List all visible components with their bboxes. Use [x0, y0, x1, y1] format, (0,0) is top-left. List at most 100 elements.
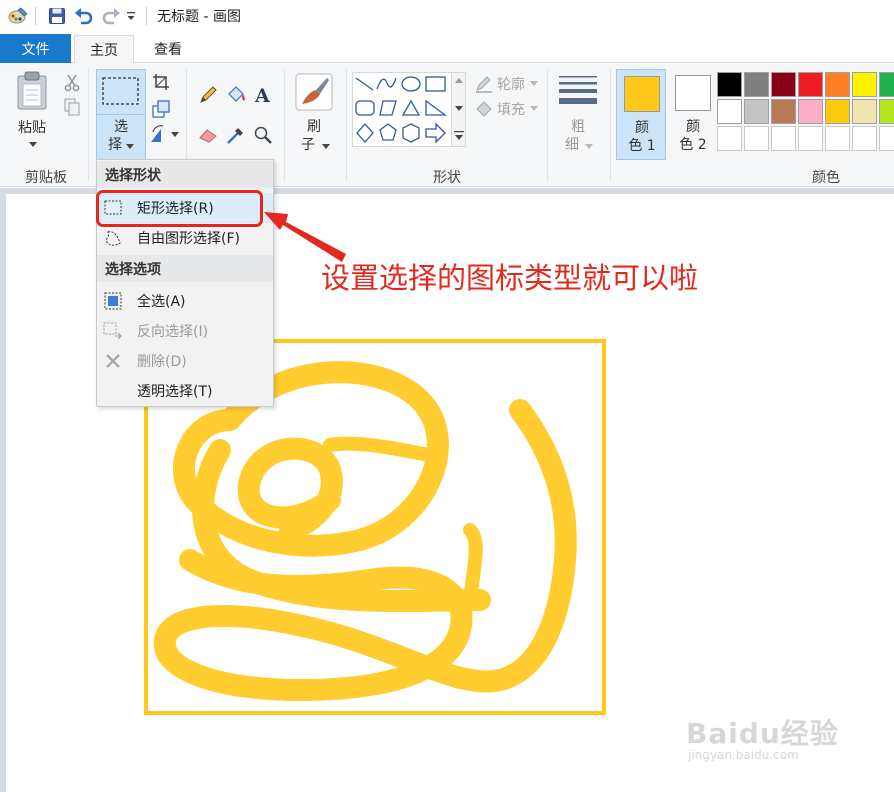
menu-item-free-select[interactable]: 自由图形选择(F) — [97, 223, 273, 253]
size-icon[interactable] — [556, 73, 600, 107]
palette-swatch[interactable] — [825, 72, 850, 97]
annotation-text: 设置选择的图标类型就可以啦 — [321, 261, 699, 295]
shapes-scroll[interactable] — [452, 72, 466, 147]
color1-label-1: 颜 — [635, 120, 649, 136]
ribbon-tabs: 文件 主页 查看 — [0, 32, 894, 64]
color-palette — [716, 71, 894, 152]
select-dropdown-icon[interactable] — [124, 141, 136, 153]
color1-swatch — [624, 76, 660, 112]
outline-label: 轮廓 — [497, 77, 525, 93]
delete-icon — [103, 351, 123, 371]
size-dropdown-icon[interactable] — [583, 141, 595, 153]
palette-swatch[interactable] — [744, 126, 769, 151]
fill-dropdown-icon — [530, 106, 538, 111]
menu-header-select-shapes: 选择形状 — [97, 161, 273, 188]
group-separator — [346, 69, 347, 181]
palette-swatch[interactable] — [852, 72, 877, 97]
outline-option: 轮廓 — [474, 74, 539, 94]
text-tool-icon[interactable]: A — [251, 83, 275, 107]
color-picker-icon[interactable] — [224, 123, 248, 147]
palette-swatch[interactable] — [852, 99, 877, 124]
palette-swatch[interactable] — [852, 126, 877, 151]
select-label-1[interactable]: 选 — [96, 117, 146, 137]
colors-group-label: 颜色 — [812, 170, 840, 186]
menu-item-invert-select[interactable]: 反向选择(I) — [97, 316, 273, 346]
eraser-icon[interactable] — [196, 123, 220, 147]
clipboard-group-label: 剪贴板 — [25, 170, 67, 186]
undo-icon[interactable] — [73, 5, 95, 27]
group-separator — [610, 69, 611, 181]
palette-swatch[interactable] — [717, 99, 742, 124]
palette-swatch[interactable] — [798, 126, 823, 151]
tab-view[interactable]: 查看 — [140, 35, 196, 63]
palette-swatch[interactable] — [744, 72, 769, 97]
select-all-label: 全选(A) — [137, 294, 186, 310]
palette-swatch[interactable] — [825, 126, 850, 151]
fill-label: 填充 — [497, 102, 525, 118]
palette-swatch[interactable] — [744, 99, 769, 124]
tab-file[interactable]: 文件 — [0, 34, 71, 63]
menu-item-delete[interactable]: 删除(D) — [97, 346, 273, 376]
group-separator — [547, 69, 548, 181]
tab-home[interactable]: 主页 — [74, 35, 134, 64]
invert-select-label: 反向选择(I) — [137, 324, 209, 340]
paste-button[interactable]: 粘贴 — [10, 118, 54, 138]
fill-bucket-icon[interactable] — [224, 83, 248, 107]
invert-select-icon — [103, 321, 123, 341]
color1-button[interactable]: 颜 色 1 — [616, 69, 666, 160]
workspace-left-border — [0, 188, 6, 792]
magnifier-icon[interactable] — [251, 123, 275, 147]
title-bar: 无标题 - 画图 — [0, 0, 894, 32]
color2-swatch — [675, 75, 711, 111]
size-label-1[interactable]: 粗 — [560, 117, 596, 137]
titlebar-separator — [35, 7, 36, 25]
color2-label-2: 色 2 — [679, 137, 707, 153]
cut-icon[interactable] — [62, 73, 82, 93]
rotate-icon[interactable] — [148, 123, 180, 145]
free-select-label: 自由图形选择(F) — [137, 231, 240, 247]
group-separator — [284, 69, 285, 181]
menu-header-select-options: 选择选项 — [97, 255, 273, 282]
palette-swatch[interactable] — [825, 99, 850, 124]
brush-label-1[interactable]: 刷 — [296, 117, 332, 137]
resize-icon[interactable] — [150, 98, 172, 120]
palette-swatch[interactable] — [717, 72, 742, 97]
shapes-gallery[interactable] — [352, 72, 452, 147]
fill-icon — [476, 101, 492, 117]
palette-swatch[interactable] — [798, 72, 823, 97]
annotation-highlight-box — [96, 190, 263, 227]
palette-swatch[interactable] — [771, 72, 796, 97]
menu-item-transparent-select[interactable]: 透明选择(T) — [97, 376, 273, 406]
select-rect-preview[interactable] — [96, 69, 146, 115]
brush-dropdown-icon[interactable] — [320, 141, 332, 153]
window-title: 无标题 - 画图 — [157, 9, 241, 25]
palette-swatch[interactable] — [771, 99, 796, 124]
paste-dropdown-icon[interactable] — [26, 139, 40, 151]
palette-swatch[interactable] — [879, 72, 894, 97]
copy-icon[interactable] — [62, 97, 82, 117]
color1-label-2: 色 1 — [628, 138, 656, 154]
svg-text:A: A — [254, 85, 270, 105]
palette-swatch[interactable] — [879, 99, 894, 124]
shapes-group-label: 形状 — [433, 170, 461, 186]
group-separator — [88, 69, 89, 181]
pencil-icon[interactable] — [196, 83, 220, 107]
watermark-main: Baidu经验 — [686, 717, 839, 750]
paint-app-icon[interactable] — [6, 5, 30, 27]
crop-icon[interactable] — [150, 71, 172, 93]
customize-quick-access-icon[interactable] — [124, 5, 138, 27]
palette-swatch[interactable] — [717, 126, 742, 151]
outline-icon — [476, 76, 492, 93]
palette-swatch[interactable] — [798, 99, 823, 124]
color2-button[interactable]: 颜 色 2 — [668, 69, 718, 160]
transparent-select-label: 透明选择(T) — [137, 384, 213, 400]
brush-icon[interactable] — [293, 71, 335, 113]
palette-swatch[interactable] — [771, 126, 796, 151]
palette-swatch[interactable] — [879, 126, 894, 151]
paste-icon[interactable] — [14, 71, 50, 111]
redo-icon[interactable] — [100, 5, 122, 27]
baidu-watermark: Baidu经验 jingyan.baidu.com — [686, 712, 839, 762]
menu-item-select-all[interactable]: 全选(A) — [97, 286, 273, 316]
watermark-sub: jingyan.baidu.com — [688, 748, 799, 762]
save-icon[interactable] — [46, 5, 68, 27]
